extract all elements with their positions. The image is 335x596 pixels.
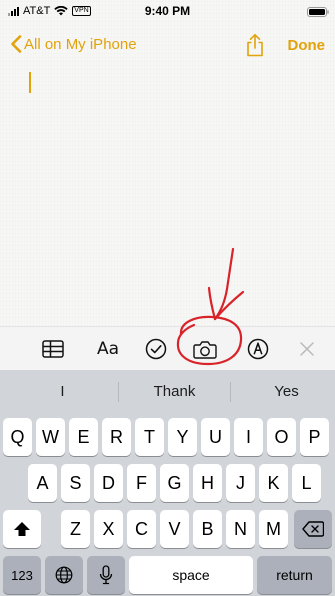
key-t[interactable]: T [135, 418, 164, 456]
numbers-key[interactable]: 123 [3, 556, 41, 594]
key-n[interactable]: N [226, 510, 255, 548]
camera-icon [193, 340, 217, 359]
key-m[interactable]: M [259, 510, 288, 548]
key-l[interactable]: L [292, 464, 321, 502]
key-u[interactable]: U [201, 418, 230, 456]
key-r[interactable]: R [102, 418, 131, 456]
status-bar: AT&T VPN 9:40 PM [0, 0, 335, 22]
back-button[interactable]: All on My iPhone [10, 35, 137, 53]
format-text-label: Aa [96, 339, 120, 359]
suggestion-1[interactable]: I [7, 370, 118, 412]
globe-key[interactable] [45, 556, 83, 594]
done-button[interactable]: Done [288, 37, 326, 54]
microphone-icon [99, 565, 113, 585]
shift-key[interactable] [3, 510, 41, 548]
key-c[interactable]: C [127, 510, 156, 548]
suggestion-3[interactable]: Yes [231, 370, 335, 412]
key-w[interactable]: W [36, 418, 65, 456]
camera-button[interactable] [186, 327, 224, 371]
key-h[interactable]: H [193, 464, 222, 502]
checklist-icon [145, 338, 167, 360]
key-q[interactable]: Q [3, 418, 32, 456]
key-x[interactable]: X [94, 510, 123, 548]
key-p[interactable]: P [300, 418, 329, 456]
suggestion-2[interactable]: Thank [119, 370, 230, 412]
space-key[interactable]: space [129, 556, 253, 594]
battery-icon [307, 7, 329, 17]
delete-key[interactable] [294, 510, 332, 548]
markup-button[interactable] [240, 327, 276, 371]
key-j[interactable]: J [226, 464, 255, 502]
navigation-bar: All on My iPhone Done [0, 30, 335, 60]
key-e[interactable]: E [69, 418, 98, 456]
format-button[interactable]: Aa [88, 327, 128, 371]
key-i[interactable]: I [234, 418, 263, 456]
keyboard: I Thank Yes Q W E R T Y U I O P A S D F … [0, 370, 335, 596]
key-a[interactable]: A [28, 464, 57, 502]
table-icon [42, 340, 64, 358]
backspace-icon [302, 521, 324, 537]
close-icon [300, 342, 314, 356]
status-time: 9:40 PM [144, 4, 191, 18]
globe-icon [55, 566, 73, 584]
key-o[interactable]: O [267, 418, 296, 456]
key-f[interactable]: F [127, 464, 156, 502]
shift-icon [14, 522, 30, 536]
share-icon[interactable] [244, 33, 266, 57]
chevron-left-icon [11, 35, 22, 53]
dictation-key[interactable] [87, 556, 125, 594]
key-v[interactable]: V [160, 510, 189, 548]
back-button-label: All on My iPhone [24, 35, 137, 53]
key-s[interactable]: S [61, 464, 90, 502]
note-body-editor[interactable] [0, 62, 335, 326]
key-z[interactable]: Z [61, 510, 90, 548]
key-k[interactable]: K [259, 464, 288, 502]
text-cursor [29, 72, 31, 93]
key-b[interactable]: B [193, 510, 222, 548]
key-y[interactable]: Y [168, 418, 197, 456]
checklist-button[interactable] [138, 327, 174, 371]
key-d[interactable]: D [94, 464, 123, 502]
key-g[interactable]: G [160, 464, 189, 502]
predictive-text-bar: I Thank Yes [0, 370, 335, 412]
return-key[interactable]: return [257, 556, 332, 594]
note-toolbar: Aa [0, 326, 335, 370]
close-toolbar-button[interactable] [291, 327, 323, 371]
markup-icon [247, 338, 269, 360]
table-button[interactable] [35, 327, 71, 371]
